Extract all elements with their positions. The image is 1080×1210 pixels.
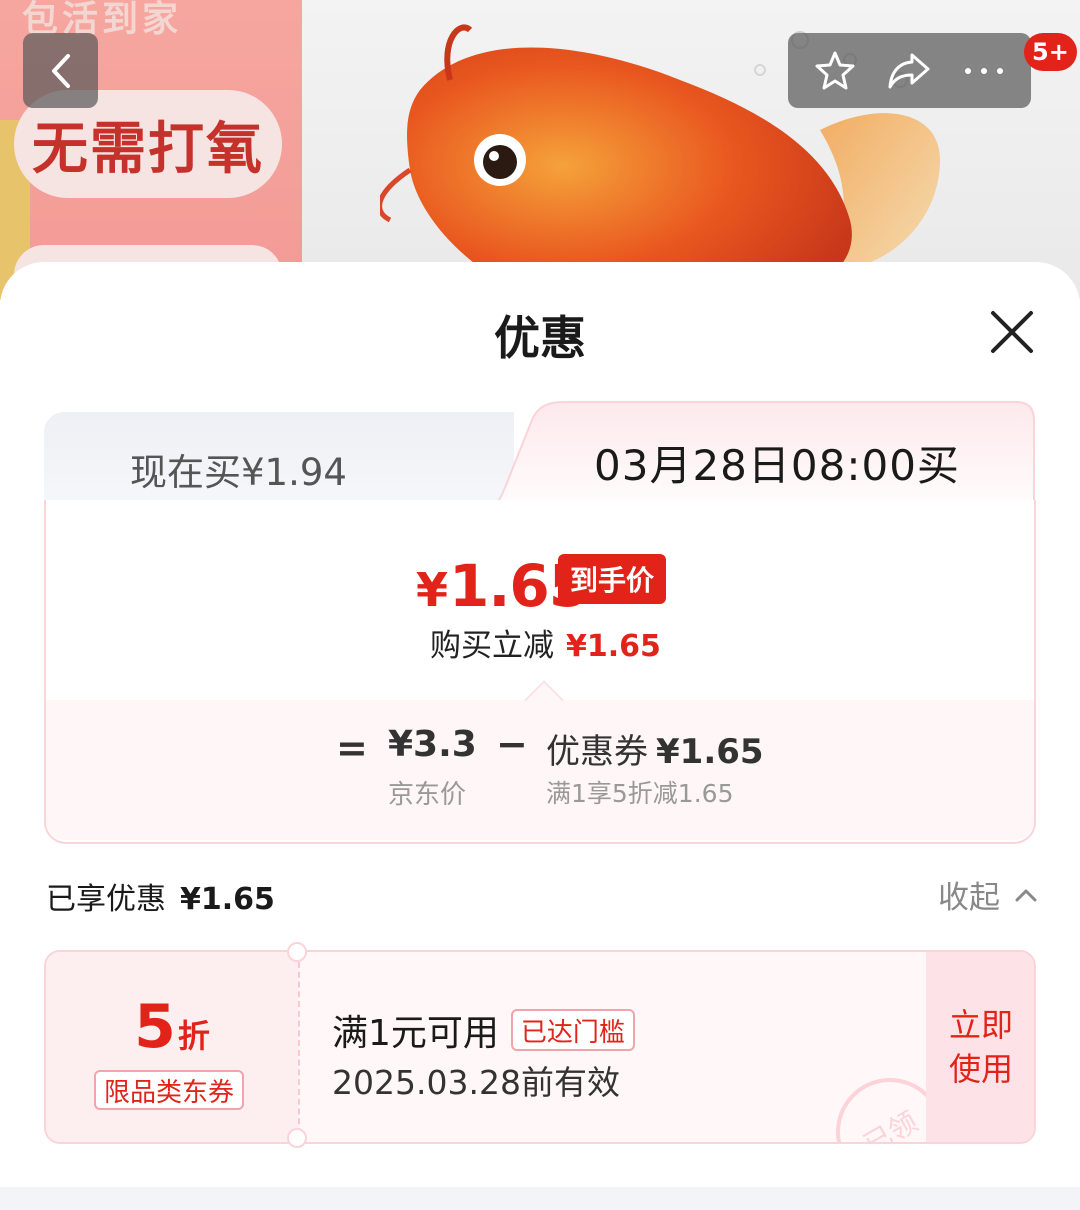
tab-buy-now-label: 现在买¥1.94 [130, 451, 347, 494]
share-button[interactable] [885, 47, 933, 95]
coupon-divider [298, 962, 300, 1134]
coupon-type-tag: 限品类东券 [94, 1070, 245, 1110]
chevron-up-icon [1012, 881, 1040, 909]
reduction-label: 购买立减 [430, 628, 554, 664]
bottom-divider [0, 1187, 1080, 1210]
final-price-tag: 到手价 [558, 554, 667, 604]
price-detail: ¥1.65 到手价 购买立减 ¥1.65 = ¥3.3 京东价 − 优惠券 ¥1.6… [44, 500, 1036, 844]
use-now-label-2: 使用 [948, 1050, 1013, 1088]
coupon-deduction: 优惠券 ¥1.65 [546, 724, 764, 773]
coupon-card: 5折 限品类东券 满1元可用 已达门槛 2025.03.28前有效 已领 立即 … [44, 950, 1036, 1144]
tab-buy-later-label: 03月28日08:00买 [594, 441, 960, 490]
enjoyed-label: 已享优惠 [46, 882, 166, 917]
instant-reduction: 购买立减 ¥1.65 [430, 620, 661, 665]
collapse-label: 收起 [938, 880, 1000, 916]
tab-buy-now[interactable]: 现在买¥1.94 [44, 412, 514, 508]
product-image: 包活到家 无需打氧 5+ [0, 0, 1080, 300]
more-button[interactable] [960, 47, 1008, 95]
coupon-label: 优惠券 [546, 732, 648, 772]
close-button[interactable] [984, 304, 1040, 360]
favorite-button[interactable] [811, 47, 859, 95]
coupon-value-panel: 5折 限品类东券 [46, 952, 298, 1142]
coupon-notch-top [287, 942, 307, 962]
price-card: 现在买¥1.94 03月28日08:00买 ¥1.65 到手价 购买立减 ¥1.6… [44, 400, 1036, 844]
price-summary: ¥1.65 到手价 购买立减 ¥1.65 [46, 500, 1034, 700]
enjoyed-amount: ¥1.65 [180, 882, 275, 917]
coupon-validity: 2025.03.28前有效 [332, 1063, 620, 1102]
equals-sign: = [336, 726, 368, 770]
condition-text: 满1元可用 [332, 1013, 499, 1054]
enjoyed-discount: 已享优惠 ¥1.65 [46, 874, 275, 918]
message-count-badge: 5+ [1024, 33, 1077, 71]
price-breakdown: = ¥3.3 京东价 − 优惠券 ¥1.65 满1享5折减1.65 [46, 680, 1034, 840]
collapse-button[interactable]: 收起 [938, 872, 1040, 917]
discount-number: 5 [134, 992, 176, 1062]
top-action-bar [788, 33, 1031, 108]
discount-sheet: 优惠 现在买¥1.94 03月28日08:00买 ¥1.65 到手价 购买立减 … [0, 262, 1080, 1210]
currency-symbol: ¥ [416, 563, 448, 617]
coupon-amount: ¥1.65 [656, 732, 764, 772]
coupon-discount: 5折 [46, 992, 298, 1062]
coupon-condition: 满1元可用 已达门槛 [332, 1004, 635, 1056]
use-now-button[interactable]: 立即 使用 [926, 952, 1034, 1142]
star-icon [815, 51, 855, 89]
minus-sign: − [496, 722, 528, 766]
chevron-left-icon [51, 53, 70, 88]
coupon-notch-bottom [287, 1128, 307, 1148]
reduction-amount: ¥1.65 [566, 629, 661, 664]
more-dots-icon [964, 67, 1003, 74]
share-icon [888, 53, 930, 88]
coupon-rule: 满1享5折减1.65 [546, 779, 734, 808]
jd-price-label: 京东价 [388, 780, 467, 810]
discount-unit: 折 [177, 1017, 210, 1055]
back-button[interactable] [23, 33, 98, 108]
close-icon [991, 311, 1033, 353]
sheet-title: 优惠 [494, 311, 586, 365]
jd-price: ¥3.3 [388, 724, 477, 765]
threshold-met-tag: 已达门槛 [510, 1009, 635, 1051]
use-now-label-1: 立即 [948, 1006, 1013, 1044]
